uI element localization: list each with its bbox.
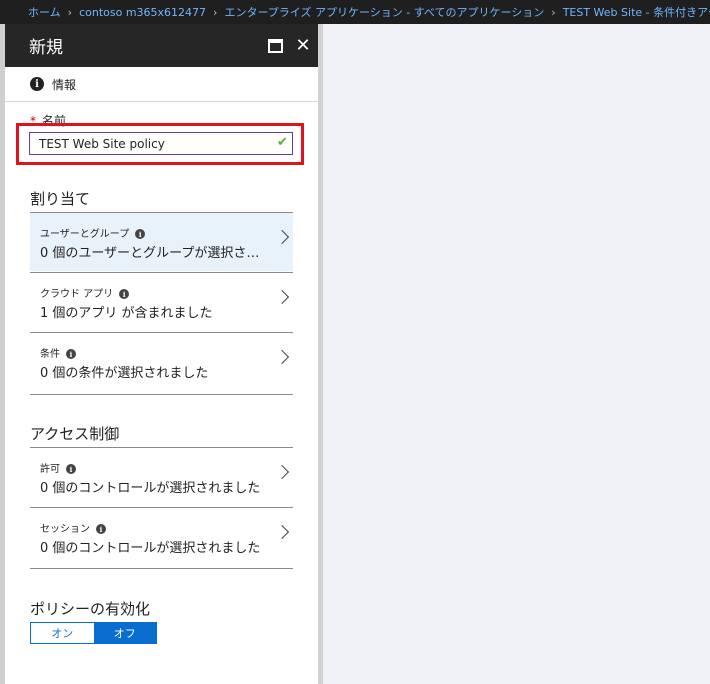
breadcrumb-conditional-access[interactable]: TEST Web Site - 条件付きアクセス <box>563 4 710 20</box>
list-item-grant[interactable]: 許可 i 0 個のコントロールが選択されました <box>30 447 293 506</box>
blade-title: 新規 <box>29 38 63 58</box>
list-item-session[interactable]: セッション i 0 個のコントロールが選択されました <box>30 507 293 566</box>
blade-header: 新規 ✕ <box>5 24 318 67</box>
chevron-right-icon: › <box>67 5 73 19</box>
maximize-icon <box>267 38 283 53</box>
list-item-label: クラウド アプリ i <box>40 285 130 300</box>
list-item-value: 0 個の条件が選択されました <box>40 366 209 381</box>
list-item-conditions[interactable]: 条件 i 0 個の条件が選択されました <box>30 332 293 391</box>
assignment-section-title: 割り当て <box>30 190 91 208</box>
info-label: 情報 <box>52 77 77 92</box>
chevron-right-icon: › <box>551 5 556 19</box>
info-link[interactable]: i 情報 <box>5 67 318 102</box>
info-icon[interactable]: i <box>119 289 130 299</box>
breadcrumb: ホーム › contoso m365x612477 › エンタープライズ アプリ… <box>0 0 710 24</box>
chevron-right-icon <box>274 349 290 365</box>
info-icon[interactable]: i <box>135 229 146 239</box>
toggle-on-option[interactable]: オン <box>31 623 94 643</box>
list-item-value: 0 個のコントロールが選択されました <box>40 541 261 556</box>
divider <box>30 394 293 395</box>
list-item-label: 条件 i <box>40 345 76 360</box>
policy-name-input[interactable] <box>29 132 293 155</box>
checkmark-icon: ✔ <box>277 135 288 150</box>
chevron-right-icon: › <box>213 5 218 19</box>
close-button[interactable]: ✕ <box>291 24 315 67</box>
list-item-label: セッション i <box>40 520 106 535</box>
breadcrumb-home[interactable]: ホーム <box>28 4 61 20</box>
toggle-off-option[interactable]: オフ <box>93 623 156 643</box>
list-item-label: ユーザーとグループ i <box>40 225 146 240</box>
list-item-label: 許可 i <box>40 460 76 475</box>
chevron-right-icon <box>274 464 290 480</box>
close-icon: ✕ <box>295 35 311 56</box>
access-control-section-title: アクセス制御 <box>30 425 120 443</box>
info-icon[interactable]: i <box>66 349 76 359</box>
enable-policy-title: ポリシーの有効化 <box>30 600 151 618</box>
chevron-right-icon <box>274 524 290 540</box>
maximize-button[interactable] <box>263 24 287 67</box>
info-icon[interactable]: i <box>66 464 76 474</box>
chevron-right-icon <box>274 229 290 245</box>
chevron-right-icon <box>274 289 290 305</box>
breadcrumb-tenant[interactable]: contoso m365x612477 <box>79 6 206 19</box>
list-item-value: 0 個のユーザーとグループが選択されました <box>40 246 265 261</box>
info-icon[interactable]: i <box>96 524 106 534</box>
list-item-cloud-apps[interactable]: クラウド アプリ i 1 個のアプリ が含まれました <box>30 272 293 331</box>
divider <box>30 568 293 569</box>
list-item-users-groups[interactable]: ユーザーとグループi 0 個のユーザーとグループが選択されました <box>30 212 293 271</box>
list-item-value: 1 個のアプリ が含まれました <box>40 306 213 321</box>
breadcrumb-enterprise-apps[interactable]: エンタープライズ アプリケーション - すべてのアプリケーション <box>224 4 544 20</box>
new-policy-blade: 新規 ✕ i 情報 *名前 ✔ 割り当て ユーザーとグループi 0 個のユーザー… <box>5 24 318 684</box>
info-icon: i <box>30 77 44 91</box>
enable-policy-toggle: オン オフ <box>30 622 157 644</box>
content-area <box>323 24 710 684</box>
list-item-value: 0 個のコントロールが選択されました <box>40 481 261 496</box>
